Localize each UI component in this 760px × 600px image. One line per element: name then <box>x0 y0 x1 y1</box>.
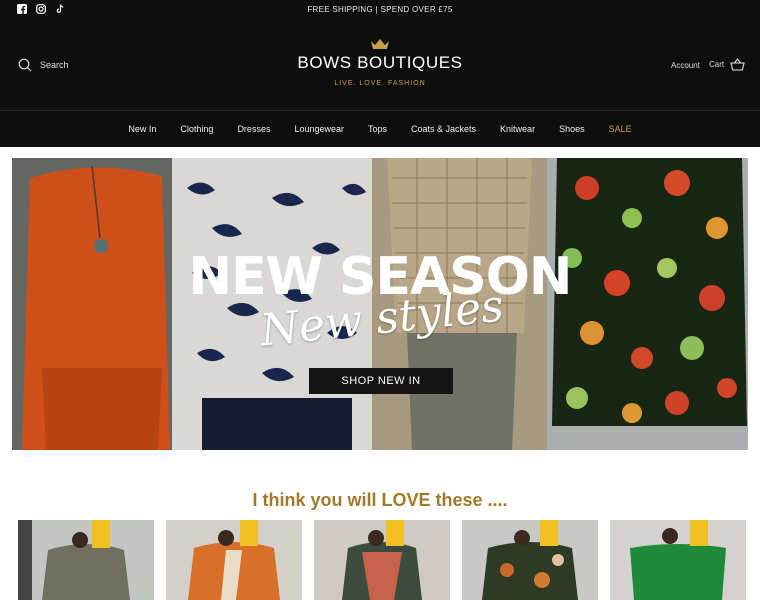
search-icon <box>18 58 32 72</box>
product-card[interactable] <box>18 520 154 600</box>
nav-item-shoes[interactable]: Shoes <box>559 124 585 134</box>
site-header: FREE SHIPPING | SPEND OVER £75 Search BO… <box>0 0 760 147</box>
logo-tagline: LIVE. LOVE. FASHION <box>334 80 426 87</box>
logo-bold: BOWS <box>297 53 352 72</box>
nav-item-clothing[interactable]: Clothing <box>180 124 213 134</box>
cart-link[interactable]: Cart <box>709 58 745 71</box>
account-link[interactable]: Account <box>671 61 700 70</box>
nav-item-new-in[interactable]: New In <box>128 124 156 134</box>
nav-item-loungewear[interactable]: Loungewear <box>294 124 344 134</box>
product-grid <box>18 520 746 600</box>
product-card[interactable] <box>166 520 302 600</box>
hero-banner[interactable]: NEW SEASON New styles SHOP NEW IN <box>12 158 748 450</box>
recommend-title: I think you will LOVE these .... <box>252 490 508 510</box>
main-nav: New In Clothing Dresses Loungewear Tops … <box>0 110 760 147</box>
announcement-bar: FREE SHIPPING | SPEND OVER £75 <box>307 5 453 14</box>
nav-item-knitwear[interactable]: Knitwear <box>500 124 535 134</box>
product-image <box>18 520 154 600</box>
nav-item-dresses[interactable]: Dresses <box>237 124 270 134</box>
logo-text: BOWS BOUTIQUES <box>280 53 480 73</box>
basket-icon <box>730 58 745 71</box>
product-card[interactable] <box>610 520 746 600</box>
product-image <box>314 520 450 600</box>
product-card[interactable] <box>314 520 450 600</box>
product-image <box>166 520 302 600</box>
logo-light: BOUTIQUES <box>357 53 463 72</box>
nav-item-sale[interactable]: SALE <box>609 124 632 134</box>
product-image <box>462 520 598 600</box>
crown-icon <box>371 39 389 49</box>
product-card[interactable] <box>462 520 598 600</box>
shop-new-in-button[interactable]: SHOP NEW IN <box>309 368 453 394</box>
nav-item-tops[interactable]: Tops <box>368 124 387 134</box>
search-button[interactable]: Search <box>18 58 69 72</box>
site-logo[interactable]: BOWS BOUTIQUES LIVE. LOVE. FASHION <box>280 38 480 87</box>
search-label: Search <box>40 60 69 70</box>
product-image <box>610 520 746 600</box>
cart-label: Cart <box>709 60 725 69</box>
nav-item-coats-jackets[interactable]: Coats & Jackets <box>411 124 476 134</box>
